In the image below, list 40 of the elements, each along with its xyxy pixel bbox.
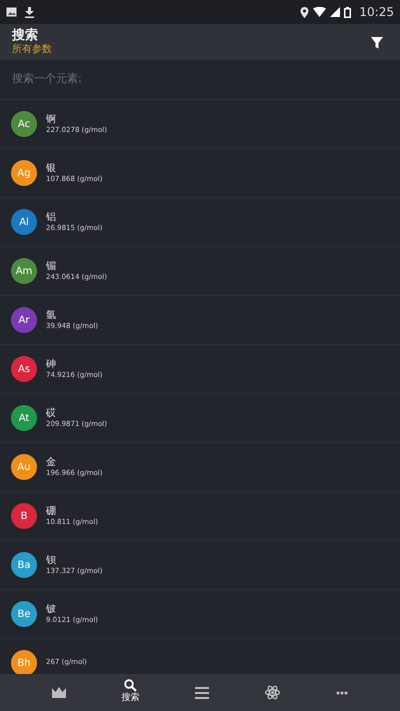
element-symbol-badge: Ag [11, 160, 37, 186]
element-name: 砹 [46, 406, 57, 420]
download-icon [25, 6, 34, 18]
element-name: 锕 [46, 112, 57, 126]
wifi-icon [313, 7, 326, 17]
app-title: 搜索 [12, 29, 39, 44]
element-name: 硼 [46, 504, 57, 518]
element-symbol-badge: Ar [11, 307, 37, 333]
search-field[interactable]: 搜索一个元素: [12, 67, 388, 92]
location-icon [300, 6, 310, 18]
image-icon [6, 7, 17, 17]
nav-tab[interactable]: 搜索 [114, 679, 148, 706]
element-name: 铝 [46, 210, 57, 224]
app-subtitle: 所有参数 [12, 44, 52, 55]
element-symbol-badge: At [11, 405, 37, 431]
filter-icon [370, 36, 384, 50]
signal-icon [330, 7, 340, 17]
element-name: 钡 [46, 554, 57, 567]
element-symbol-badge: B [11, 503, 37, 529]
atom-icon [265, 685, 280, 700]
element-name: 砷 [46, 358, 57, 371]
element-symbol-badge: As [11, 356, 37, 382]
element-name: 镅 [46, 260, 57, 273]
more-icon [336, 690, 348, 694]
element-symbol-badge: Al [11, 209, 37, 235]
element-name: 银 [46, 162, 57, 175]
element-name: 金 [46, 456, 57, 469]
element-symbol-badge: Au [11, 454, 37, 480]
list-icon [195, 686, 210, 698]
element-name: 铍 [46, 602, 57, 616]
crown-icon [52, 687, 66, 698]
element-name: 氩 [46, 308, 57, 322]
clock-time: 10:25 [359, 4, 394, 21]
battery-icon [344, 6, 352, 18]
element-symbol-badge: Ac [11, 111, 37, 137]
element-symbol-badge: Bh [11, 650, 37, 674]
search-icon [124, 679, 138, 692]
element-symbol-badge: Am [11, 258, 37, 284]
element-symbol-badge: Be [11, 601, 37, 627]
element-symbol-badge: Ba [11, 552, 37, 578]
